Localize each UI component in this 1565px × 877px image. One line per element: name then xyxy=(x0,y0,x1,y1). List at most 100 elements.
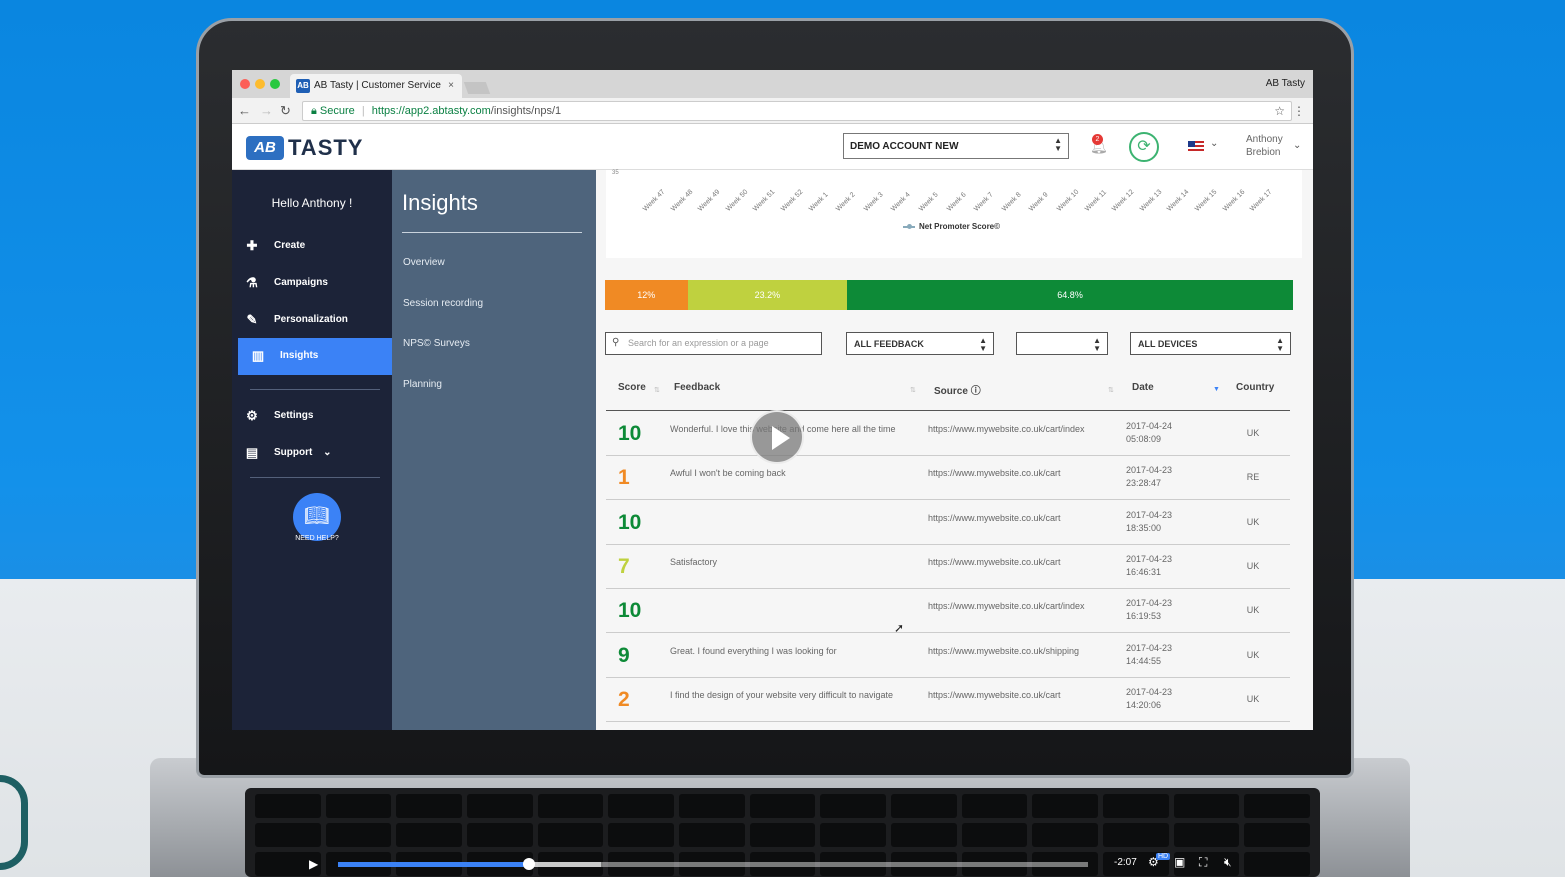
fullscreen-icon[interactable]: ⛶ xyxy=(1199,855,1207,870)
table-row[interactable]: 10 https://www.mywebsite.co.uk/cart/index… xyxy=(606,589,1290,634)
column-header-source[interactable]: Source ⓘ xyxy=(934,382,981,397)
sidebar-item-settings[interactable]: ⚙ Settings xyxy=(232,398,392,435)
score-cell: 10 xyxy=(618,422,642,445)
browser-tab[interactable]: AB AB Tasty | Customer Service × xyxy=(290,74,462,98)
x-tick-label: Week 11 xyxy=(1083,188,1108,213)
play-video-overlay-icon[interactable] xyxy=(750,410,804,464)
back-arrow-icon[interactable]: ← xyxy=(238,103,251,118)
nps-segment[interactable]: 12% xyxy=(605,280,688,310)
table-row[interactable]: 2 I find the design of your website very … xyxy=(606,677,1290,722)
submenu-title: Insights xyxy=(402,190,478,215)
chart-legend[interactable]: Net Promoter Score© xyxy=(903,222,1000,231)
x-tick-label: Week 48 xyxy=(669,188,694,213)
sidebar-item-personalization[interactable]: ✎ Personalization xyxy=(232,302,392,339)
minimize-window-button[interactable] xyxy=(255,79,265,89)
sidebar-item-create[interactable]: ✚ Create xyxy=(232,228,392,265)
reload-icon[interactable]: ↻ xyxy=(280,103,291,119)
keyboard-key xyxy=(1032,823,1098,847)
favicon-icon: AB xyxy=(296,79,310,93)
video-scrubber-handle[interactable] xyxy=(523,858,536,870)
close-tab-icon[interactable]: × xyxy=(448,80,454,91)
column-header-country[interactable]: Country xyxy=(1236,382,1274,393)
keyboard-key xyxy=(1173,823,1240,847)
keyboard-key xyxy=(1173,794,1240,818)
submenu-item-overview[interactable]: Overview xyxy=(403,257,445,268)
sidebar-item-label: Support xyxy=(274,447,313,458)
mute-icon[interactable]: 🔇︎ xyxy=(1224,855,1232,870)
sidebar-item-support[interactable]: ▤ Support ⌄ xyxy=(232,435,392,472)
y-tick-label: 35 xyxy=(612,170,619,176)
devices-select[interactable]: ALL DEVICES ▲ ▼ xyxy=(1130,332,1291,355)
column-header-date[interactable]: Date xyxy=(1132,382,1154,393)
table-row[interactable]: 7 Satisfactory https://www.mywebsite.co.uk… xyxy=(606,544,1290,589)
account-select[interactable]: DEMO ACCOUNT NEW ▲ ▼ xyxy=(843,133,1069,159)
chevron-down-icon[interactable]: ⌄ xyxy=(1293,140,1301,151)
x-tick-label: Week 5 xyxy=(918,191,940,213)
user-menu[interactable]: Anthony Brebion xyxy=(1246,133,1283,159)
sidebar-item-campaigns[interactable]: ⚗ Campaigns xyxy=(232,265,392,302)
refresh-icon[interactable]: ⟳ xyxy=(1129,132,1159,162)
url-field[interactable]: 🔒︎ Secure | https://app2.abtasty.com/ins… xyxy=(302,101,1292,121)
sort-icon[interactable]: ⇅ xyxy=(910,386,916,394)
greeting: Hello Anthony ! xyxy=(271,196,353,210)
play-icon[interactable]: ▶ xyxy=(309,857,318,871)
hd-badge: HD xyxy=(1156,853,1171,860)
sidebar-item-insights[interactable]: ▥ Insights xyxy=(238,338,398,375)
forward-arrow-icon[interactable]: → xyxy=(260,103,273,118)
date-line: 14:20:06 xyxy=(1126,699,1162,710)
sort-icon[interactable]: ⇅ xyxy=(1108,386,1114,394)
feedback-select[interactable]: ALL FEEDBACK ▲ ▼ xyxy=(846,332,994,355)
open-book-icon[interactable]: 📖︎ xyxy=(293,493,341,541)
source-cell: https://www.mywebsite.co.uk/cart xyxy=(928,468,1061,479)
score-cell: 10 xyxy=(618,599,642,623)
date-line: 23:28:47 xyxy=(1126,478,1162,489)
insights-submenu: Insights Overview Session recording NPS©… xyxy=(392,170,596,730)
feedback-cell: Awful I won't be coming back xyxy=(670,468,786,479)
keyboard-key xyxy=(820,823,886,847)
close-window-button[interactable] xyxy=(240,79,250,89)
column-header-feedback[interactable]: Feedback xyxy=(674,382,720,393)
table-row[interactable]: 10 https://www.mywebsite.co.uk/cart UK 2017… xyxy=(606,500,1290,545)
submenu-item-session-recording[interactable]: Session recording xyxy=(403,298,483,309)
date-cell: 2017-04-23 23:28:47 xyxy=(1126,464,1216,490)
ab-tasty-logo[interactable]: AB TASTY xyxy=(246,135,363,161)
video-progress-track[interactable] xyxy=(338,858,1088,870)
info-icon[interactable]: ⓘ xyxy=(971,386,981,397)
maximize-window-button[interactable] xyxy=(270,79,280,89)
bookmark-star-icon[interactable]: ☆ xyxy=(1274,104,1285,118)
date-line: 18:35:00 xyxy=(1126,522,1162,533)
keyboard-key xyxy=(1244,823,1310,847)
new-tab-button[interactable] xyxy=(463,82,491,94)
us-flag-icon[interactable] xyxy=(1188,141,1204,152)
divider xyxy=(250,477,380,478)
search-input[interactable]: ⚲ Search for an expression or a page xyxy=(605,332,822,355)
table-row[interactable]: 10Wonderful. I love this website and com… xyxy=(606,412,1290,456)
lock-icon: 🔒︎ xyxy=(311,105,317,117)
country-cell: UK xyxy=(1246,693,1260,704)
mouse-cursor-icon: ➚ xyxy=(894,621,905,635)
sort-desc-icon[interactable]: ▼ xyxy=(1213,386,1220,393)
divider xyxy=(250,389,380,390)
browser-menu-icon[interactable]: ⋮ xyxy=(1293,104,1305,118)
sort-icon[interactable]: ⇅ xyxy=(654,386,660,394)
keyboard-key xyxy=(325,794,392,818)
keyboard-key xyxy=(466,823,533,847)
chevron-down-icon[interactable]: ⌄ xyxy=(1210,138,1218,149)
date-line: 2017-04-23 xyxy=(1126,465,1173,476)
mini-player-icon[interactable]: ▣ xyxy=(1174,855,1185,869)
column-header-score[interactable]: Score xyxy=(618,382,646,393)
x-tick-label: Week 47 xyxy=(642,188,667,213)
period-select[interactable]: ▲ ▼ xyxy=(1016,332,1108,355)
table-row[interactable]: 9 Great. I found everything I was looking… xyxy=(606,633,1290,678)
nps-segment[interactable]: 64.8% xyxy=(847,280,1293,310)
submenu-item-nps-surveys[interactable]: NPS© Surveys xyxy=(403,338,470,349)
x-tick-label: Week 52 xyxy=(780,188,805,213)
tab-title: AB Tasty | Customer Service xyxy=(314,80,441,91)
video-controls: ▶ -2:07 ⚙ HD ▣ ⛶ 🔇︎ xyxy=(0,845,1565,877)
table-row[interactable]: 1 Awful I won't be coming back https://www… xyxy=(606,456,1290,501)
nps-segment[interactable]: 23.2% xyxy=(687,280,848,310)
submenu-item-planning[interactable]: Planning xyxy=(403,379,442,390)
sidebar-item-label: Campaigns xyxy=(274,277,328,288)
x-tick-label: Week 15 xyxy=(1194,188,1219,213)
url-separator: | xyxy=(361,105,365,117)
